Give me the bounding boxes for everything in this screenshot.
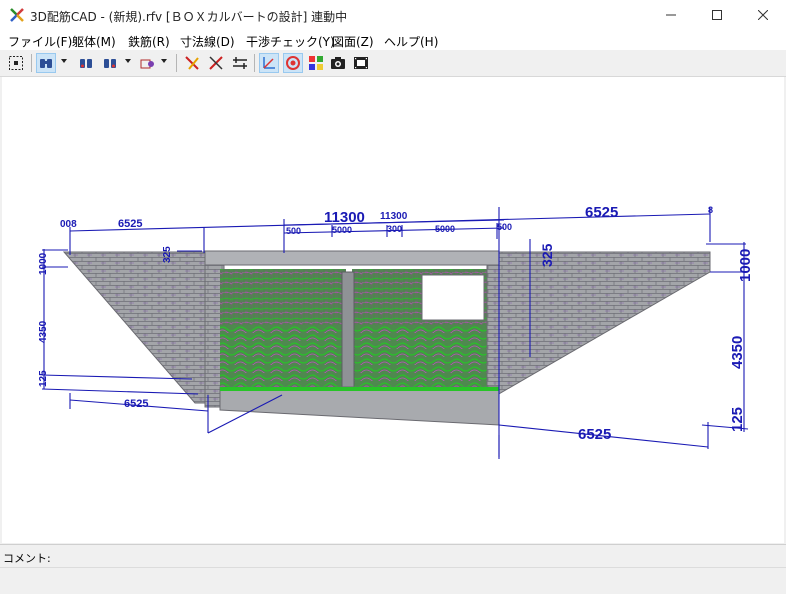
color-palette-button[interactable] <box>306 53 326 73</box>
box-culvert-model[interactable]: 11300 11300 6525 6525 008 500 5000 300 5… <box>2 77 784 543</box>
view-front-button[interactable] <box>76 53 96 73</box>
dim-right-height-top: 1000 <box>737 249 754 282</box>
close-button[interactable] <box>740 0 786 30</box>
dim-right-edge: 8 <box>708 205 713 215</box>
movie-button[interactable] <box>351 53 371 73</box>
dim-left-wing: 6525 <box>118 218 142 230</box>
render-mode-button[interactable] <box>138 53 158 73</box>
close-icon <box>758 10 768 20</box>
dim-seg-300: 300 <box>387 224 402 234</box>
left-wing-wall <box>62 251 208 404</box>
dim-seg-5000a: 5000 <box>332 225 352 235</box>
comment-label: コメント: <box>3 552 51 565</box>
rebar-check-button[interactable] <box>182 53 202 73</box>
align-button[interactable] <box>230 53 250 73</box>
menu-dimension[interactable]: 寸法線(D) <box>180 33 235 50</box>
camera-icon <box>331 57 345 69</box>
title-bar: 3D配筋CAD - (新規).rfv [ＢＯＸカルバートの設計] 連動中 <box>0 0 786 30</box>
dim-left-height-top: 1000 <box>38 252 49 275</box>
camera-button[interactable] <box>328 53 348 73</box>
menu-drawing[interactable]: 図面(Z) <box>332 33 374 50</box>
view-binoculars-icon <box>40 59 52 68</box>
menu-interference-check[interactable]: 干渉チェック(Y) <box>246 33 335 50</box>
dim-right-height-mid: 4350 <box>729 336 746 369</box>
axis-button[interactable] <box>259 53 279 73</box>
top-slab <box>204 250 500 266</box>
menu-rebar[interactable]: 鉄筋(R) <box>128 33 170 50</box>
dim-seg-500b: 500 <box>497 222 512 232</box>
rebar-check-icon <box>185 56 199 70</box>
render-mode-icon <box>140 59 154 69</box>
cross-check-icon <box>209 56 223 70</box>
bottom-rebar-edge <box>220 387 499 391</box>
view-front-icon <box>80 59 92 68</box>
dim-left-height-mid: 4350 <box>38 320 49 343</box>
menu-bar: ファイル(F) 躯体(M) 鉄筋(R) 寸法線(D) 干渉チェック(Y) 図面(… <box>0 30 786 50</box>
color-palette-icon <box>309 56 323 70</box>
end-opening <box>421 274 485 321</box>
dim-top-total-small: 11300 <box>380 211 408 222</box>
view-side-button[interactable] <box>100 53 120 73</box>
menu-body[interactable]: 躯体(M) <box>72 33 116 50</box>
menu-help[interactable]: ヘルプ(H) <box>384 33 438 50</box>
target-icon <box>286 56 300 70</box>
right-wing-wall <box>496 251 711 396</box>
movie-icon <box>354 57 368 69</box>
select-all-icon <box>9 56 23 70</box>
select-all-button[interactable] <box>6 53 26 73</box>
dim-right-thick: 325 <box>539 243 555 267</box>
maximize-icon <box>712 10 722 20</box>
cross-check-button[interactable] <box>206 53 226 73</box>
middle-wall <box>341 271 355 391</box>
right-culvert-wall <box>486 264 500 408</box>
minimize-button[interactable] <box>648 0 694 30</box>
window-title: 3D配筋CAD - (新規).rfv [ＢＯＸカルバートの設計] 連動中 <box>30 10 348 24</box>
status-bar: コメント: <box>0 544 786 567</box>
maximize-button[interactable] <box>694 0 740 30</box>
view-binoculars-button[interactable] <box>36 53 56 73</box>
axis-icon <box>263 57 275 69</box>
3d-viewport[interactable]: 11300 11300 6525 6525 008 500 5000 300 5… <box>2 77 784 543</box>
dim-left-edge: 008 <box>60 219 77 230</box>
dim-right-height-bottom: 125 <box>729 407 746 432</box>
minimize-icon <box>666 14 676 16</box>
dim-seg-5000b: 5000 <box>435 224 455 234</box>
side-dropdown-arrow[interactable] <box>125 59 131 63</box>
menu-file[interactable]: ファイル(F) <box>8 33 72 50</box>
toolbar <box>0 50 786 77</box>
dim-seg-500a: 500 <box>286 226 301 236</box>
dim-left-wing-bottom: 6525 <box>124 398 148 410</box>
bottom-panel <box>0 567 786 594</box>
render-dropdown-arrow[interactable] <box>161 59 167 63</box>
align-icon <box>233 57 247 69</box>
dim-top-total: 11300 <box>324 209 365 226</box>
view-side-icon <box>104 59 116 68</box>
target-button[interactable] <box>283 53 303 73</box>
app-logo-icon <box>10 8 24 22</box>
dim-right-wing: 6525 <box>585 204 618 221</box>
view-dropdown-arrow[interactable] <box>61 59 67 63</box>
bottom-slab <box>219 386 500 426</box>
dim-left-height-bottom: 125 <box>38 370 49 387</box>
dim-right-wing-bottom: 6525 <box>578 426 611 443</box>
dim-left-thick: 325 <box>162 246 173 263</box>
